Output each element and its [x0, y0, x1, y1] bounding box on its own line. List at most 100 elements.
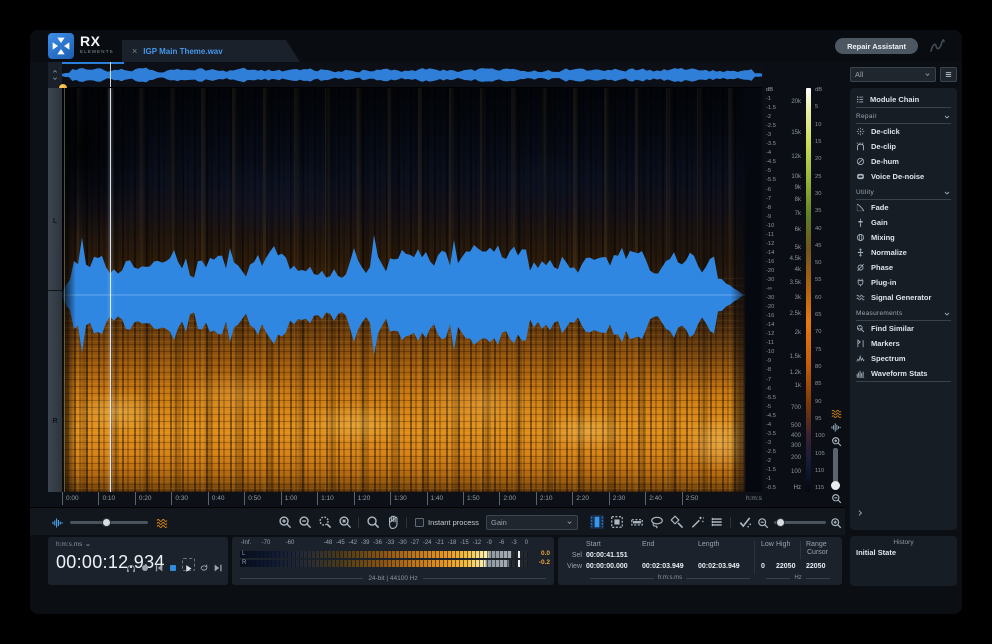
sidebar-item-find-similar[interactable]: Find Similar	[856, 321, 951, 336]
sidebar-item-markers[interactable]: Markers	[856, 336, 951, 351]
frequency-selection-tool[interactable]	[630, 515, 644, 529]
spectrogram-scale-label: 80	[815, 365, 833, 371]
sidebar-item-signal-generator[interactable]: Signal Generator	[856, 290, 951, 305]
waveform-spectrogram-blend-slider[interactable]	[70, 521, 148, 524]
horizontal-zoom-out-button[interactable]	[757, 516, 769, 528]
repair-assistant-button[interactable]: Repair Assistant	[835, 38, 918, 54]
spectrogram-scale-label: 20	[815, 157, 833, 163]
panel-expand-button[interactable]	[856, 501, 951, 526]
meter-scale-label: -70	[262, 540, 271, 546]
view-length-value[interactable]: 00:02:03.949	[698, 563, 754, 574]
frequency-scale-label: 12k	[791, 154, 801, 160]
section-header-utility[interactable]: Utility	[856, 186, 951, 200]
spectrogram-canvas[interactable]	[62, 88, 762, 492]
confirm-selection-button[interactable]	[738, 515, 752, 529]
process-module-value: Gain	[491, 518, 507, 527]
zoom-reset-button[interactable]	[338, 515, 352, 529]
file-tab[interactable]: × IGP Main Theme.wav	[122, 40, 300, 62]
sidebar-item-de-hum[interactable]: De-hum	[856, 154, 951, 169]
time-frequency-selection-tool[interactable]	[610, 515, 624, 529]
previous-button[interactable]	[154, 560, 164, 570]
spectrogram-playhead[interactable]	[110, 88, 111, 492]
sel-end-value[interactable]	[642, 552, 698, 563]
vertical-zoom-in-button[interactable]	[829, 436, 843, 447]
brush-selection-tool[interactable]	[670, 515, 684, 529]
sidebar-item-gain[interactable]: Gain	[856, 215, 951, 230]
vertical-zoom-out-button[interactable]	[829, 493, 843, 504]
section-header-repair[interactable]: Repair	[856, 110, 951, 124]
chevron-down-icon	[943, 310, 951, 318]
overview-playhead[interactable]	[110, 62, 111, 87]
spectrogram-scale-label: 40	[815, 227, 833, 233]
sel-start-value[interactable]: 00:00:41.151	[586, 552, 642, 563]
zoom-out-time-button[interactable]	[298, 515, 312, 529]
timeline-ruler[interactable]: h:m:s 0:000:100:200:300:400:501:001:101:…	[62, 492, 762, 507]
horizontal-zoom-slider[interactable]	[774, 521, 826, 524]
amplitude-scale-label: -3	[763, 441, 782, 447]
instant-process-checkbox[interactable]	[415, 518, 424, 527]
view-start-value[interactable]: 00:00:00.000	[586, 563, 642, 574]
module-menu-button[interactable]	[940, 67, 957, 82]
sidebar-item-de-click[interactable]: De-click	[856, 124, 951, 139]
stop-button[interactable]	[168, 560, 178, 570]
module-filter-select[interactable]: All	[850, 67, 936, 82]
vertical-zoom-slider[interactable]	[833, 448, 838, 490]
zoom-selection-button[interactable]	[318, 515, 332, 529]
divider-line	[240, 578, 363, 579]
sidebar-item-normalize[interactable]: Normalize	[856, 245, 951, 260]
sel-length-value[interactable]	[698, 552, 754, 563]
harmonic-selection-tool[interactable]	[710, 515, 724, 529]
record-button[interactable]	[140, 560, 150, 570]
view-low-value[interactable]: 0	[754, 563, 776, 574]
horizontal-zoom-in-button[interactable]	[830, 516, 842, 528]
timeline-tick: 1:00	[281, 492, 298, 505]
blend-slider-knob[interactable]	[102, 518, 111, 527]
play-button[interactable]	[182, 558, 195, 571]
sidebar-item-plug-in[interactable]: Plug-in	[856, 275, 951, 290]
channel-right-label[interactable]: R	[48, 418, 62, 425]
sidebar-item-voice-de-noise[interactable]: Voice De-noise	[856, 169, 951, 184]
channel-left-label[interactable]: L	[48, 218, 62, 225]
zoom-in-time-button[interactable]	[278, 515, 292, 529]
sidebar-item-mixing[interactable]: Mixing	[856, 230, 951, 245]
sidebar-item-fade[interactable]: Fade	[856, 200, 951, 215]
sidebar-item-module-chain[interactable]: Module Chain	[856, 92, 951, 108]
meter-scale-label: -6	[499, 540, 504, 546]
sidebar-item-phase[interactable]: Phase	[856, 260, 951, 275]
sidebar-item-spectrum[interactable]: Spectrum	[856, 351, 951, 366]
hand-pan-tool-button[interactable]	[386, 515, 400, 529]
frequency-scale-label: 8k	[795, 197, 801, 203]
loop-playback-button[interactable]	[199, 560, 209, 570]
history-item[interactable]: Initial State	[856, 548, 951, 557]
waveform-overview[interactable]	[62, 62, 762, 88]
monitor-button[interactable]	[126, 560, 136, 570]
process-module-select[interactable]: Gain	[486, 515, 578, 530]
spectrogram-scale-label: 90	[815, 400, 833, 406]
time-format-selector[interactable]: h:m:s.ms	[56, 541, 91, 548]
go-to-end-button[interactable]	[213, 560, 223, 570]
view-row-label: View	[562, 563, 586, 574]
time-selection-tool[interactable]	[590, 515, 604, 529]
find-similar-icon	[856, 324, 865, 333]
view-range-value[interactable]: 22050	[806, 563, 836, 574]
magic-wand-tool[interactable]	[690, 515, 704, 529]
amplitude-scale-label: -11	[763, 233, 782, 239]
view-high-value[interactable]: 22050	[776, 563, 806, 574]
waveform-view-button[interactable]	[829, 422, 843, 433]
view-end-value[interactable]: 00:02:03.949	[642, 563, 698, 574]
frequency-scale-label: 1k	[795, 383, 801, 389]
izotope-logo-icon[interactable]	[929, 38, 946, 54]
amplitude-scale-label: -30	[763, 278, 782, 284]
spectrogram-view-button[interactable]	[829, 408, 843, 419]
sidebar-item-waveform-stats[interactable]: Waveform Stats	[856, 366, 951, 381]
vertical-zoom-slider-knob[interactable]	[831, 481, 840, 490]
channel-strip[interactable]: L R	[48, 88, 62, 492]
horizontal-zoom-slider-knob[interactable]	[776, 518, 785, 527]
magnify-tool-button[interactable]	[366, 515, 380, 529]
overview-view-range[interactable]	[62, 62, 124, 64]
lasso-selection-tool[interactable]	[650, 515, 664, 529]
section-header-measurements[interactable]: Measurements	[856, 307, 951, 321]
tab-close-icon[interactable]: ×	[132, 46, 137, 56]
loop-icon	[199, 563, 209, 573]
sidebar-item-de-clip[interactable]: De-clip	[856, 139, 951, 154]
